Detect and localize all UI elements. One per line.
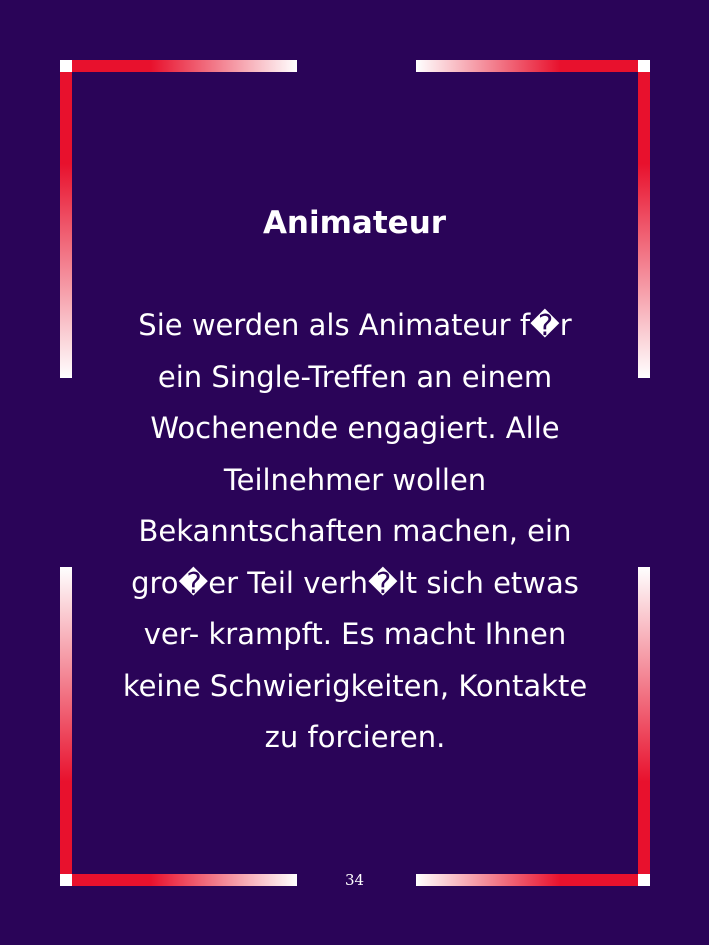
body-line: Wochenende engagiert. Alle bbox=[150, 411, 560, 445]
frame-bar-right-lower bbox=[638, 567, 650, 874]
frame-bar-top-right bbox=[416, 60, 638, 72]
body-line: Teilnehmer wollen bbox=[223, 462, 487, 497]
frame-bar-top-left bbox=[72, 60, 297, 72]
body-line: gro�er Teil verh�lt sich etwas bbox=[131, 565, 579, 600]
card-page: Animateur Sie werden als Animateur f�r e… bbox=[0, 0, 709, 945]
body-line: zu forcieren. bbox=[264, 720, 446, 754]
card-title: Animateur bbox=[262, 205, 447, 241]
body-line: keine Schwierigkeiten, Kontakte bbox=[122, 668, 588, 703]
body-line: Bekanntschaften machen, ein bbox=[138, 514, 572, 548]
frame-corner-top-right bbox=[638, 60, 650, 72]
page-number: 34 bbox=[344, 871, 365, 889]
frame-corner-top-left bbox=[60, 60, 72, 72]
body-line: Sie werden als Animateur f�r bbox=[138, 308, 572, 342]
frame-bar-left-lower bbox=[60, 567, 72, 874]
body-line: ver- krampft. Es macht Ihnen bbox=[143, 617, 567, 651]
body-line: ein Single-Treffen an einem bbox=[157, 359, 553, 394]
card-body: Sie werden als Animateur f�r ein Single-… bbox=[95, 300, 615, 764]
